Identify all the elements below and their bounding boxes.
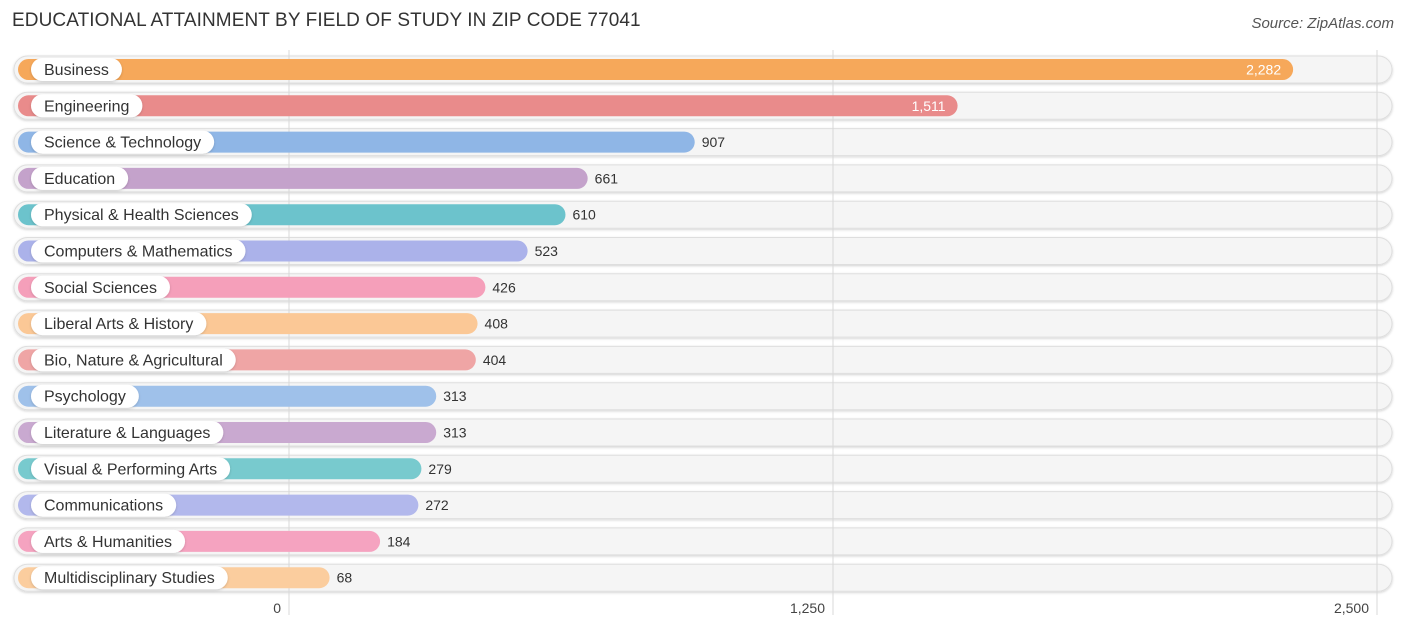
bar-value-label: 523 [535, 243, 559, 259]
bar-chart: 0 1,250 2,500 Business 2,282 Engineering 1,511… [13, 50, 1393, 616]
bar-category-label: Business [44, 62, 109, 79]
bar-group: Liberal Arts & History [18, 312, 478, 336]
bar-category-label: Bio, Nature & Agricultural [44, 352, 223, 369]
bar-group: Communications [18, 493, 419, 517]
bar-category-label: Multidisciplinary Studies [44, 570, 215, 587]
bar-category-label: Literature & Languages [44, 425, 210, 442]
bar-category-label: Arts & Humanities [44, 534, 172, 551]
bar-group: Computers & Mathematics [18, 239, 528, 263]
bar-value-label: 272 [425, 497, 449, 513]
bar-category-label: Social Sciences [44, 280, 157, 297]
bar-category-label: Liberal Arts & History [44, 316, 193, 333]
bar-group: Education [18, 166, 588, 190]
bar-group: Science & Technology [18, 130, 695, 154]
bar-value-label: 313 [443, 388, 467, 404]
bar-group: Psychology [18, 384, 437, 408]
bar-category-label: Computers & Mathematics [44, 244, 233, 261]
bar-group: Business [18, 58, 1294, 81]
bar-group: Bio, Nature & Agricultural [18, 348, 476, 372]
bar-value-label: 408 [485, 316, 509, 332]
bar [18, 59, 1294, 80]
bar-category-label: Communications [44, 498, 163, 515]
bar-value-label: 1,511 [912, 98, 946, 114]
bar-category-label: Psychology [44, 389, 126, 406]
bar-category-label: Science & Technology [44, 135, 201, 152]
bar-value-label: 404 [483, 352, 507, 368]
x-tick-label: 1,250 [790, 600, 825, 616]
bar-value-label: 313 [443, 425, 467, 441]
bar-group: Physical & Health Sciences [18, 203, 566, 227]
bar-value-label: 68 [337, 570, 353, 586]
bar-value-label: 2,282 [1246, 62, 1281, 78]
bar-value-label: 184 [387, 533, 411, 549]
bar-group: Literature & Languages [18, 421, 437, 444]
bar-value-label: 610 [572, 207, 596, 223]
bar-value-label: 661 [595, 170, 619, 186]
bar-group: Social Sciences [18, 275, 486, 299]
bar-group: Arts & Humanities [18, 529, 381, 553]
x-tick-label: 2,500 [1334, 600, 1369, 616]
bar-value-label: 279 [428, 461, 452, 477]
bar [18, 95, 958, 117]
bar-value-label: 907 [702, 134, 726, 150]
bar-category-label: Engineering [44, 98, 129, 115]
x-tick-label: 0 [273, 600, 281, 616]
bar-category-label: Physical & Health Sciences [44, 207, 239, 224]
bar-group: Multidisciplinary Studies [18, 566, 330, 590]
bar-value-label: 426 [492, 279, 516, 295]
bar-category-label: Visual & Performing Arts [44, 461, 217, 478]
bar-group: Visual & Performing Arts [18, 457, 422, 481]
bar-category-label: Education [44, 171, 115, 188]
bar-group: Engineering [18, 94, 958, 118]
